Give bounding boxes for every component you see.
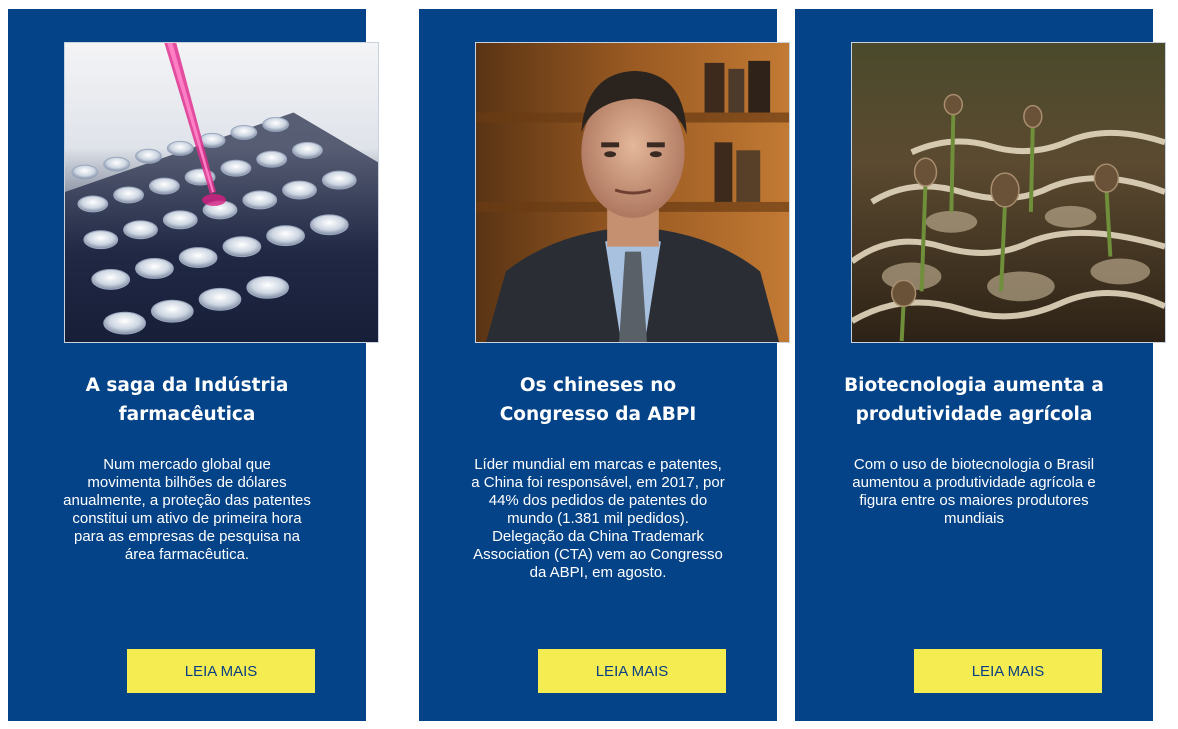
- news-card-biotech: Biotecnologia aumenta a produtividade ag…: [795, 9, 1166, 721]
- card-title[interactable]: A saga da Indústria farmacêutica: [8, 371, 366, 429]
- card-image-lab-tubes[interactable]: [64, 42, 379, 343]
- card-title[interactable]: Biotecnologia aumenta a produtividade ag…: [795, 371, 1153, 429]
- read-more-button[interactable]: LEIA MAIS: [914, 649, 1102, 693]
- read-more-button[interactable]: LEIA MAIS: [538, 649, 726, 693]
- card-title-line1: Os chineses no: [519, 375, 677, 396]
- news-card-china: Os chineses no Congresso da ABPI Líder m…: [419, 9, 790, 721]
- card-title-line2: Congresso da ABPI: [499, 404, 697, 425]
- portrait-illustration: [476, 43, 789, 342]
- card-title-line1: A saga da Indústria: [85, 375, 289, 396]
- card-title-line2: farmacêutica: [118, 404, 256, 425]
- card-title-line1: Biotecnologia aumenta a: [844, 375, 1104, 396]
- read-more-button[interactable]: LEIA MAIS: [127, 649, 315, 693]
- card-description: Com o uso de biotecnologia o Brasil aume…: [852, 456, 1096, 527]
- lab-tubes-illustration: [65, 43, 378, 342]
- card-image-seedlings[interactable]: [851, 42, 1166, 343]
- card-title[interactable]: Os chineses no Congresso da ABPI: [419, 371, 777, 429]
- card-image-portrait[interactable]: [475, 42, 790, 343]
- seedlings-illustration: [852, 43, 1165, 342]
- card-title-line2: produtividade agrícola: [855, 404, 1093, 425]
- news-card-pharma: A saga da Indústria farmacêutica Num mer…: [8, 9, 379, 721]
- card-description: Num mercado global que movimenta bilhões…: [63, 456, 311, 563]
- card-description: Líder mundial em marcas e patentes, a Ch…: [471, 456, 725, 581]
